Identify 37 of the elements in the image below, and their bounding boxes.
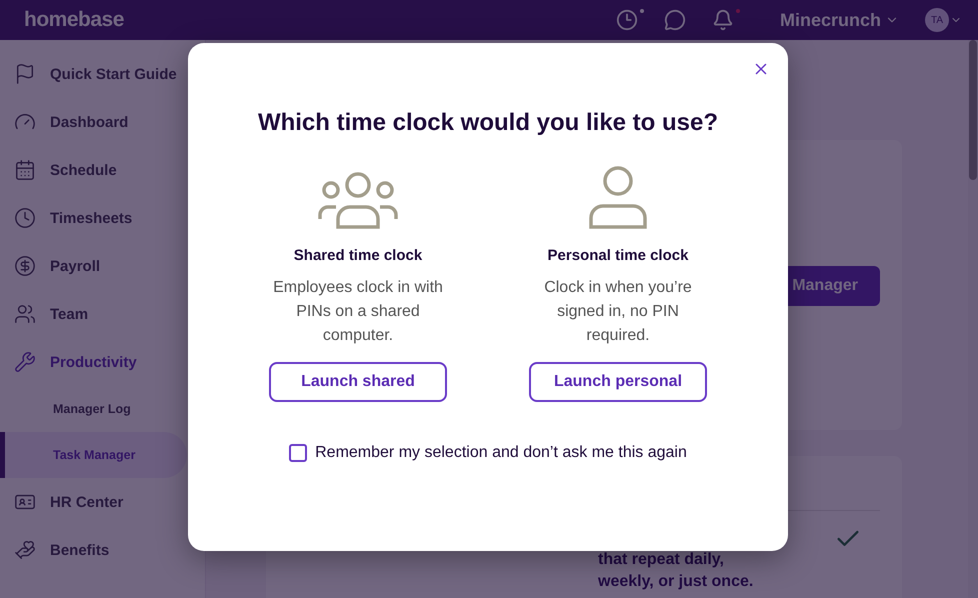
option-title: Personal time clock	[548, 247, 688, 264]
clock-icon[interactable]	[616, 9, 638, 31]
option-title: Shared time clock	[294, 247, 422, 264]
sidebar-item[interactable]: Dashboard	[0, 98, 205, 146]
status-dot	[640, 9, 644, 13]
account-menu[interactable]: Minecrunch	[780, 10, 899, 30]
flag-icon	[14, 63, 36, 85]
option-description: Clock in when you’re signed in, no PIN required.	[543, 278, 693, 346]
dialog-title: Which time clock would you like to use?	[258, 109, 718, 137]
sidebar-item[interactable]: Schedule	[0, 146, 205, 194]
scrollbar-thumb[interactable]	[969, 40, 977, 180]
notification-dot	[736, 9, 740, 13]
sidebar-subitem[interactable]: Task Manager	[0, 432, 187, 478]
calendar-icon	[14, 159, 36, 181]
sidebar-item[interactable]: Team	[0, 290, 205, 338]
wrench-icon	[14, 351, 36, 373]
remember-checkbox[interactable]: Remember my selection and don’t ask me this again	[289, 444, 687, 462]
launch-button[interactable]: Launch shared	[269, 362, 447, 402]
option-description: Employees clock in with PINs on a shared computer.	[272, 278, 444, 346]
card-text: that repeat daily, weekly, or just once.	[598, 550, 754, 592]
sidebar-item[interactable]: HR Center	[0, 478, 205, 526]
logo: homebase	[24, 8, 124, 32]
group-of-people-icon	[318, 171, 398, 229]
people-icon	[14, 303, 36, 325]
launch-button[interactable]: Launch personal	[529, 362, 707, 402]
dollar-icon	[14, 255, 36, 277]
clock-icon	[14, 207, 36, 229]
chat-icon[interactable]	[664, 9, 686, 31]
bell-icon[interactable]	[712, 9, 734, 31]
person-icon	[588, 165, 648, 229]
sidebar-subitem[interactable]: Manager Log	[0, 386, 187, 432]
sidebar-item[interactable]: Timesheets	[0, 194, 205, 242]
sidebar-item[interactable]: Benefits	[0, 526, 205, 574]
sidebar-item[interactable]: Productivity	[0, 338, 205, 386]
sidebar-item[interactable]: Payroll	[0, 242, 205, 290]
hand-heart-icon	[14, 539, 36, 561]
sidebar-item[interactable]: Quick Start Guide	[0, 50, 205, 98]
